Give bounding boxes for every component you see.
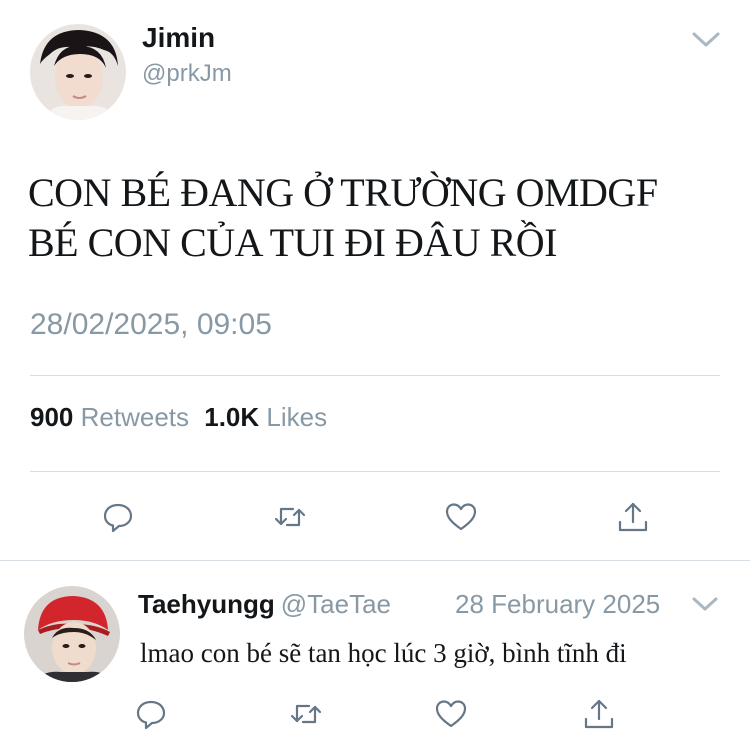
- retweet-button[interactable]: [286, 694, 326, 734]
- chevron-down-icon[interactable]: [690, 594, 720, 616]
- avatar[interactable]: [24, 586, 120, 682]
- retweet-icon: [274, 507, 306, 527]
- like-count[interactable]: 1.0K: [204, 402, 259, 432]
- like-button[interactable]: [431, 694, 471, 734]
- author-name[interactable]: Jimin: [142, 22, 215, 54]
- heart-icon: [445, 503, 477, 531]
- tweet-text-line: BÉ CON CỦA TUI ĐI ĐÂU RỒI: [28, 220, 557, 265]
- reply-date[interactable]: 28 February 2025: [455, 589, 660, 620]
- avatar[interactable]: [30, 24, 126, 120]
- avatar-photo: [24, 586, 120, 682]
- reply-button[interactable]: [131, 694, 171, 734]
- share-icon: [618, 502, 648, 532]
- avatar-photo: [30, 24, 126, 120]
- tweet-text: CON BÉ ĐANG Ở TRƯỜNG OMDGF BÉ CON CỦA TU…: [28, 168, 728, 268]
- retweet-button[interactable]: [270, 497, 310, 537]
- author-name[interactable]: Taehyungg: [138, 589, 275, 619]
- tweet-stats: 900 Retweets 1.0K Likes: [30, 402, 327, 433]
- share-button[interactable]: [579, 694, 619, 734]
- reply-icon: [103, 503, 133, 533]
- tweet-text-line: CON BÉ ĐANG Ở TRƯỜNG OMDGF: [28, 170, 658, 215]
- author-handle[interactable]: @TaeTae: [281, 589, 391, 619]
- reply-text: lmao con bé sẽ tan học lúc 3 giờ, bình t…: [140, 638, 627, 668]
- reply-author: Taehyungg @TaeTae: [138, 589, 391, 620]
- retweet-icon: [290, 704, 322, 724]
- divider: [0, 560, 750, 561]
- retweet-label[interactable]: Retweets: [81, 402, 189, 432]
- divider: [30, 375, 720, 376]
- tweet-timestamp[interactable]: 28/02/2025, 09:05: [30, 308, 272, 342]
- like-label[interactable]: Likes: [266, 402, 327, 432]
- retweet-count[interactable]: 900: [30, 402, 73, 432]
- like-button[interactable]: [441, 497, 481, 537]
- author-handle[interactable]: @prkJm: [142, 60, 232, 88]
- divider: [30, 471, 720, 472]
- heart-icon: [435, 700, 467, 728]
- share-icon: [584, 699, 614, 729]
- chevron-down-icon[interactable]: [690, 28, 722, 52]
- reply-icon: [136, 700, 166, 730]
- share-button[interactable]: [613, 497, 653, 537]
- reply-button[interactable]: [98, 497, 138, 537]
